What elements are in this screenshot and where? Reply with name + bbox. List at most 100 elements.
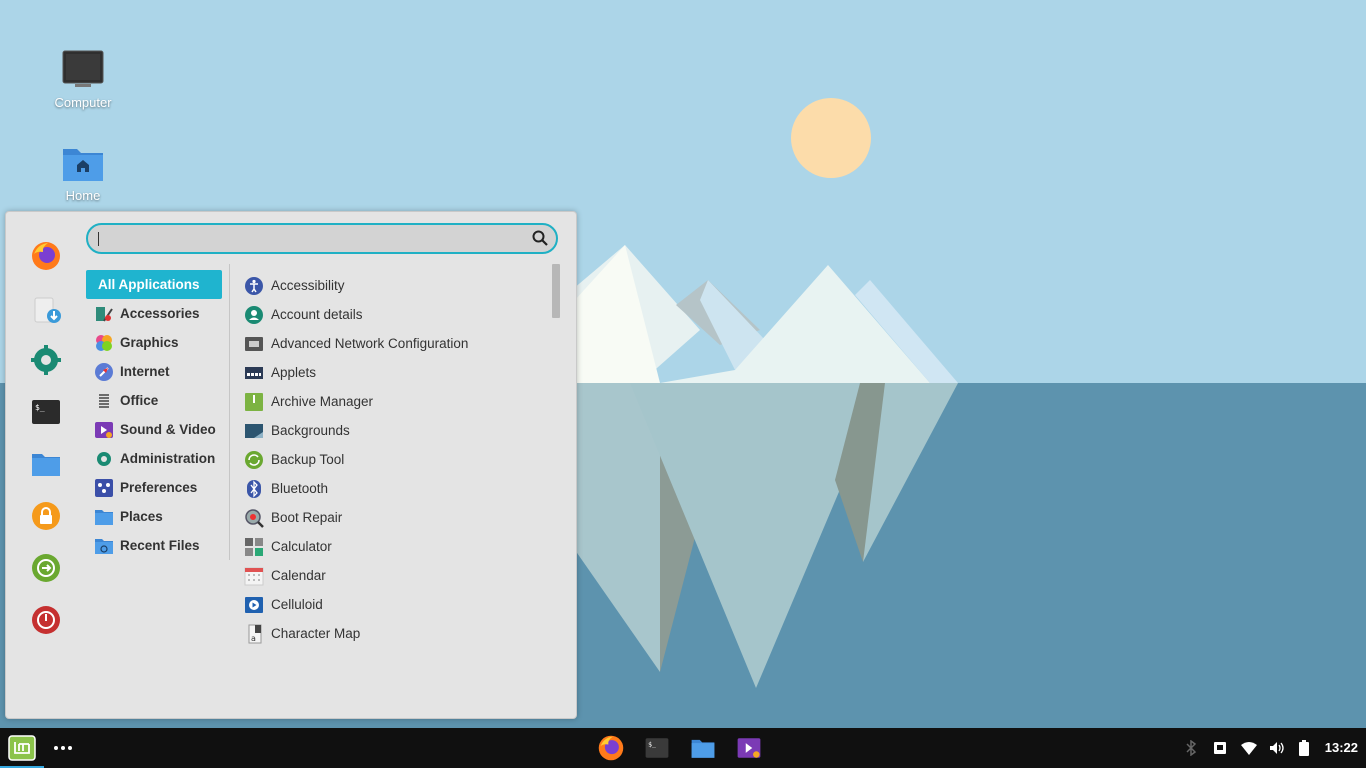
app-label: Celluloid [271, 597, 323, 612]
category-label: Administration [120, 451, 216, 466]
category-internet[interactable]: Internet [86, 357, 226, 386]
category-label: Accessories [120, 306, 200, 321]
taskbar-terminal[interactable]: $_ [641, 728, 673, 768]
terminal-icon: $_ [645, 738, 669, 758]
office-icon [94, 391, 114, 411]
folder-icon [94, 507, 114, 527]
category-graphics[interactable]: Graphics [86, 328, 226, 357]
category-list: All Applications Accessories Graphics In… [86, 270, 226, 560]
app-character-map[interactable]: a Character Map [244, 619, 544, 648]
category-separator [229, 264, 230, 560]
battery-icon [1299, 740, 1309, 756]
desktop-icon-label: Home [65, 188, 101, 203]
app-calendar[interactable]: Calendar [244, 561, 544, 590]
power-icon[interactable] [30, 604, 62, 636]
app-label: Applets [271, 365, 317, 380]
app-archive-manager[interactable]: Archive Manager [244, 387, 544, 416]
category-recent-files[interactable]: Recent Files [86, 531, 226, 560]
app-label: Bluetooth [271, 481, 329, 496]
app-label: Boot Repair [271, 510, 343, 525]
app-label: Backgrounds [271, 423, 350, 438]
app-backgrounds[interactable]: Backgrounds [244, 416, 544, 445]
app-applets[interactable]: Applets [244, 358, 544, 387]
app-accessibility[interactable]: Accessibility [244, 271, 544, 300]
category-accessories[interactable]: Accessories [86, 299, 226, 328]
lock-screen-icon[interactable] [30, 500, 62, 532]
application-list: Accessibility Account details Advanced N… [244, 271, 544, 648]
desktop-icon-computer[interactable]: Computer [33, 50, 133, 110]
volume-icon [1270, 742, 1284, 754]
search-icon[interactable] [532, 230, 548, 246]
favorites-bar: $_ [6, 212, 86, 718]
category-all-applications[interactable]: All Applications [86, 270, 222, 299]
logout-icon[interactable] [30, 552, 62, 584]
celluloid-icon [244, 595, 264, 615]
app-account-details[interactable]: Account details [244, 300, 544, 329]
firefox-icon[interactable] [30, 240, 62, 272]
app-boot-repair[interactable]: Boot Repair [244, 503, 544, 532]
category-label: Graphics [120, 335, 179, 350]
category-places[interactable]: Places [86, 502, 226, 531]
files-icon[interactable] [30, 448, 62, 480]
wifi-icon [1241, 742, 1257, 755]
svg-text:$_: $_ [35, 403, 45, 412]
clock[interactable]: 13:22 [1325, 728, 1358, 768]
application-menu: $_ All Applications Accessories Graphics… [5, 211, 577, 719]
app-label: Character Map [271, 626, 361, 641]
app-label: Account details [271, 307, 363, 322]
menu-button[interactable] [4, 728, 40, 768]
applets-icon [244, 363, 264, 383]
media-icon [737, 738, 761, 758]
tray-wifi[interactable] [1239, 728, 1259, 768]
app-label: Backup Tool [271, 452, 345, 467]
network-icon [244, 334, 264, 354]
show-apps-button[interactable] [50, 728, 76, 768]
tray-bluetooth[interactable] [1182, 728, 1200, 768]
preferences-icon [94, 478, 114, 498]
app-backup-tool[interactable]: Backup Tool [244, 445, 544, 474]
category-preferences[interactable]: Preferences [86, 473, 226, 502]
search-input[interactable] [100, 229, 524, 251]
boot-repair-icon [244, 508, 264, 528]
archive-icon [244, 392, 264, 412]
tray-display[interactable] [1211, 728, 1229, 768]
svg-text:a: a [251, 634, 256, 643]
system-settings-icon[interactable] [30, 344, 62, 376]
character-map-icon: a [244, 624, 264, 644]
desktop-icon-label: Computer [54, 95, 112, 110]
app-advanced-network-configuration[interactable]: Advanced Network Configuration [244, 329, 544, 358]
taskbar-files[interactable] [687, 728, 719, 768]
category-label: Preferences [120, 480, 198, 495]
bluetooth-icon [244, 479, 264, 499]
app-celluloid[interactable]: Celluloid [244, 590, 544, 619]
recent-files-icon [94, 536, 114, 556]
accessibility-icon [244, 276, 264, 296]
tray-volume[interactable] [1267, 728, 1287, 768]
app-label: Advanced Network Configuration [271, 336, 469, 351]
category-office[interactable]: Office [86, 386, 226, 415]
category-label: Places [120, 509, 163, 524]
category-label: Office [120, 393, 159, 408]
desktop-icon-home[interactable]: Home [33, 143, 133, 203]
tray-battery[interactable] [1296, 728, 1312, 768]
graphics-icon [94, 333, 114, 353]
scrollbar-thumb[interactable] [552, 264, 560, 318]
taskbar-media[interactable] [733, 728, 765, 768]
display-icon [1214, 742, 1226, 754]
app-calculator[interactable]: Calculator [244, 532, 544, 561]
app-label: Calendar [271, 568, 326, 583]
taskbar-firefox[interactable] [595, 728, 627, 768]
internet-icon [94, 362, 114, 382]
software-download-icon[interactable] [30, 295, 62, 327]
category-label: Sound & Video [120, 422, 216, 437]
search-box[interactable] [86, 223, 558, 254]
backgrounds-icon [244, 421, 264, 441]
bluetooth-icon [1186, 740, 1197, 756]
category-sound-video[interactable]: Sound & Video [86, 415, 226, 444]
svg-text:$_: $_ [648, 740, 656, 748]
category-administration[interactable]: Administration [86, 444, 226, 473]
calendar-icon [244, 566, 264, 586]
terminal-icon[interactable]: $_ [30, 396, 62, 428]
app-label: Accessibility [271, 278, 345, 293]
app-bluetooth[interactable]: Bluetooth [244, 474, 544, 503]
